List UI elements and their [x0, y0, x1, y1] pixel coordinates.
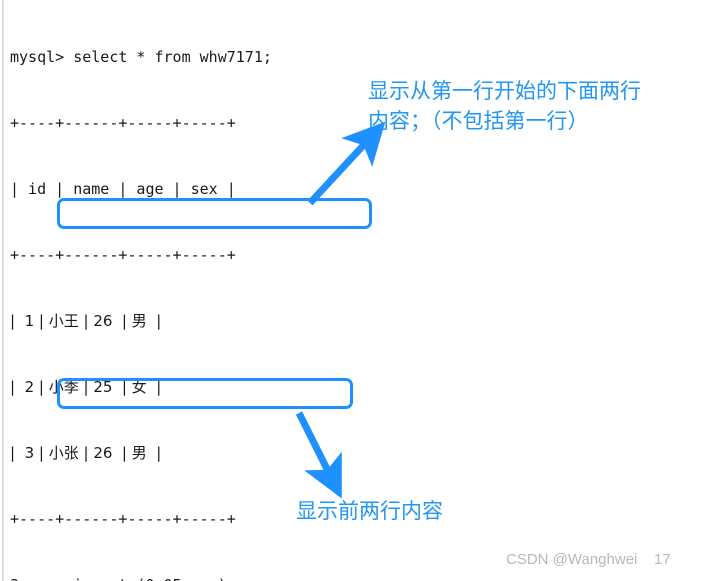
terminal-line: | id | name | age | sex |	[10, 180, 236, 198]
left-gutter-rule	[2, 0, 4, 581]
terminal-line: +----+------+-----+-----+	[10, 114, 236, 132]
annotation-text-limit-2: 显示前两行内容	[296, 499, 443, 523]
terminal-line: | 2 | 小季 | 25 | 女 |	[10, 378, 162, 396]
terminal-line: +----+------+-----+-----+	[10, 246, 236, 264]
mysql-terminal-output[interactable]: mysql> select * from whw7171; +----+----…	[10, 2, 430, 581]
terminal-line: | 3 | 小张 | 26 | 男 |	[10, 444, 162, 462]
terminal-line: 3 rows in set (0.05 sec)	[10, 574, 430, 581]
screenshot-root: mysql> select * from whw7171; +----+----…	[0, 0, 716, 581]
terminal-line: mysql> select * from whw7171;	[10, 48, 272, 66]
annotation-text-limit-1-2: 显示从第一行开始的下面两行 内容；（不包括第一行）	[368, 79, 641, 133]
terminal-line: | 1 | 小王 | 26 | 男 |	[10, 312, 162, 330]
csdn-watermark: CSDN @Wanghwei 17	[506, 551, 671, 568]
